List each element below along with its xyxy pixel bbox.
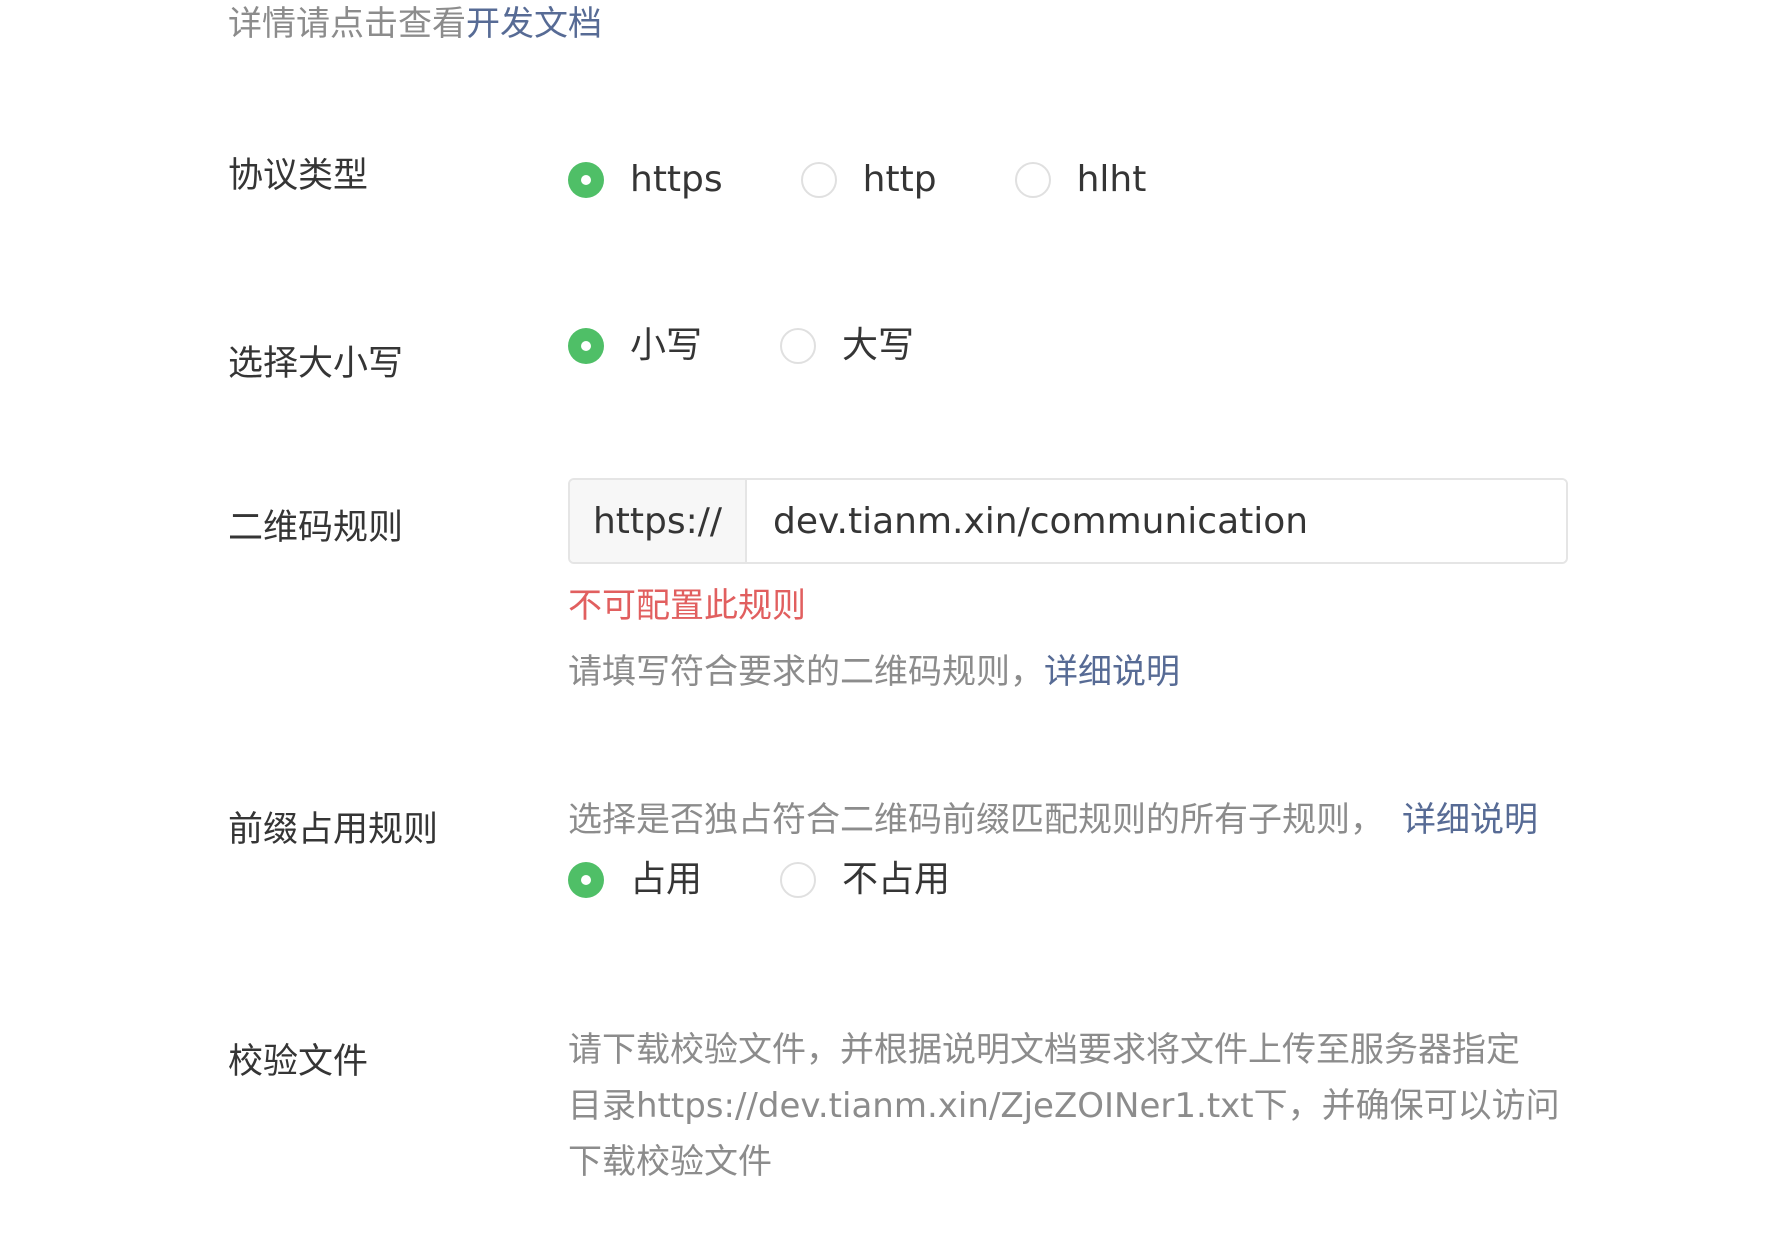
top-hint-text: 详情请点击查看 xyxy=(228,4,466,44)
prefix-rule-hint-text: 选择是否独占符合二维码前缀匹配规则的所有子规则， xyxy=(568,800,1384,840)
radio-label: 小写 xyxy=(630,325,703,366)
radio-unchecked-icon xyxy=(780,862,817,898)
radio-protocol-https[interactable]: https xyxy=(568,156,723,204)
qr-rule-config-form: 详情请点击查看开发文档 协议类型 https http hlht 选择大小写 小… xyxy=(0,0,1783,1245)
radio-protocol-hlht[interactable]: hlht xyxy=(1014,156,1147,204)
radio-case-lower[interactable]: 小写 xyxy=(568,322,702,370)
radio-label: 不占用 xyxy=(842,859,951,900)
case-radio-group: 小写 大写 xyxy=(568,322,992,370)
qr-rule-hint: 请填写符合要求的二维码规则，详细说明 xyxy=(568,644,1180,700)
top-hint: 详情请点击查看开发文档 xyxy=(228,0,602,48)
protocol-radio-group: https http hlht xyxy=(568,156,1224,204)
radio-checked-icon xyxy=(568,862,604,898)
dev-docs-link[interactable]: 开发文档 xyxy=(466,4,602,44)
radio-case-upper[interactable]: 大写 xyxy=(780,322,914,370)
radio-unchecked-icon xyxy=(1014,162,1051,198)
radio-protocol-http[interactable]: http xyxy=(800,156,937,204)
radio-label: 大写 xyxy=(842,325,915,366)
case-label: 选择大小写 xyxy=(228,344,404,384)
qr-rule-hint-text: 请填写符合要求的二维码规则， xyxy=(568,652,1044,692)
qr-rule-input-group: https:// xyxy=(568,478,1568,564)
radio-unchecked-icon xyxy=(800,162,837,198)
prefix-rule-hint: 选择是否独占符合二维码前缀匹配规则的所有子规则， 详细说明 xyxy=(568,792,1538,848)
download-verify-file-link[interactable]: 下载校验文件 xyxy=(568,1134,772,1190)
qr-rule-error: 不可配置此规则 xyxy=(568,586,806,626)
qr-rule-prefix: https:// xyxy=(570,480,747,562)
radio-prefix-not-occupy[interactable]: 不占用 xyxy=(780,856,950,904)
radio-label: http xyxy=(862,159,937,200)
radio-checked-icon xyxy=(568,162,604,198)
radio-label: 占用 xyxy=(630,859,703,900)
radio-label: hlht xyxy=(1076,159,1147,200)
radio-prefix-occupy[interactable]: 占用 xyxy=(568,856,702,904)
verify-file-hint-line-2: 目录https://dev.tianm.xin/ZjeZOINer1.txt下，… xyxy=(568,1086,1560,1126)
qr-rule-details-link[interactable]: 详细说明 xyxy=(1044,652,1180,692)
protocol-type-label: 协议类型 xyxy=(228,156,369,196)
verify-file-label: 校验文件 xyxy=(228,1042,369,1082)
prefix-rule-radio-group: 占用 不占用 xyxy=(568,856,1028,904)
prefix-rule-label: 前缀占用规则 xyxy=(228,810,439,850)
verify-file-hint-line-1: 请下载校验文件，并根据说明文档要求将文件上传至服务器指定 xyxy=(568,1030,1520,1070)
radio-label: https xyxy=(630,159,723,200)
prefix-rule-details-link[interactable]: 详细说明 xyxy=(1402,800,1538,840)
radio-unchecked-icon xyxy=(780,328,817,364)
qr-rule-label: 二维码规则 xyxy=(228,508,404,548)
radio-checked-icon xyxy=(568,328,604,364)
qr-rule-input[interactable] xyxy=(747,480,1566,562)
